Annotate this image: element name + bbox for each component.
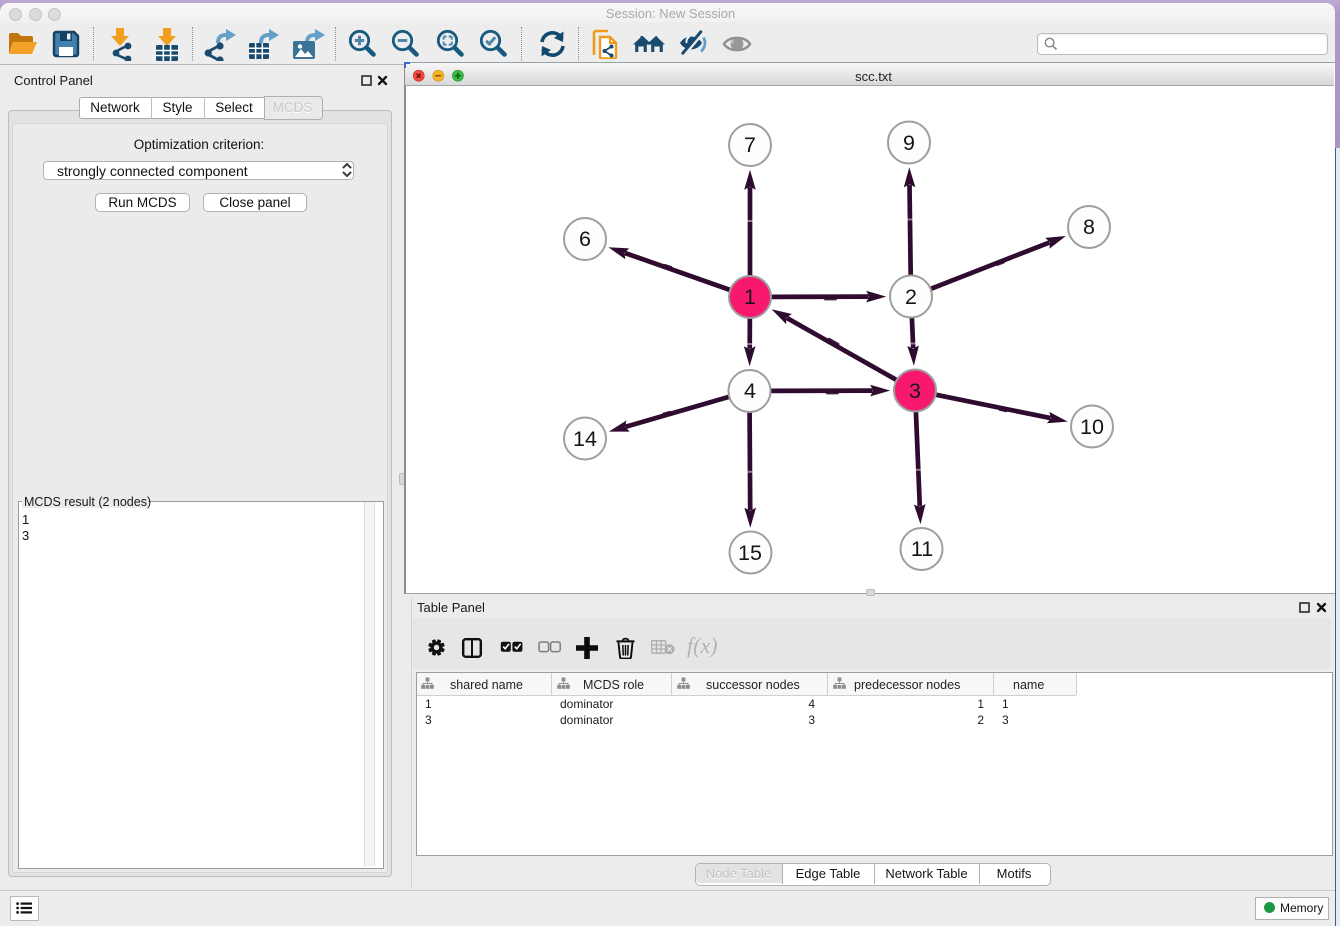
svg-text:2: 2: [905, 285, 917, 309]
svg-text:11: 11: [911, 537, 933, 561]
svg-text:10: 10: [1080, 415, 1104, 439]
svg-text:8: 8: [1083, 215, 1095, 239]
svg-text:4: 4: [744, 379, 756, 403]
svg-text:7: 7: [744, 133, 756, 157]
svg-text:15: 15: [738, 541, 762, 565]
svg-text:14: 14: [573, 427, 597, 451]
svg-text:1: 1: [744, 285, 756, 309]
svg-text:9: 9: [903, 131, 915, 155]
svg-text:6: 6: [579, 227, 591, 251]
svg-text:3: 3: [909, 379, 921, 403]
